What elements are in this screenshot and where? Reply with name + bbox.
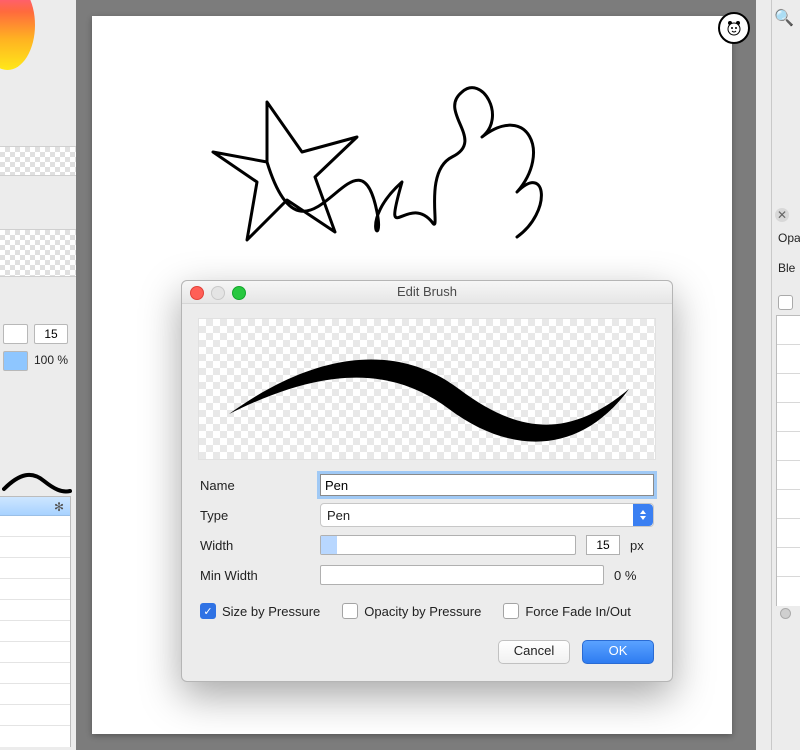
size-by-pressure-check[interactable]: ✓ Size by Pressure — [200, 603, 320, 619]
check-label: Force Fade In/Out — [525, 604, 631, 619]
cancel-button[interactable]: Cancel — [498, 640, 570, 664]
list-item[interactable] — [0, 684, 70, 705]
brush-size-input[interactable] — [34, 324, 68, 344]
opacity-label: 100 % — [34, 353, 68, 367]
checkbox-icon: ✓ — [200, 603, 216, 619]
list-item[interactable] — [0, 705, 70, 726]
list-item[interactable] — [777, 519, 800, 548]
window-minimize-button — [211, 286, 225, 300]
list-item[interactable] — [0, 579, 70, 600]
width-label: Width — [200, 538, 310, 553]
type-label: Type — [200, 508, 310, 523]
minwidth-value: 0 % — [614, 568, 654, 583]
name-label: Name — [200, 478, 310, 493]
ok-button[interactable]: OK — [582, 640, 654, 664]
brush-stroke-icon — [2, 467, 72, 497]
right-panel: 🔍 ✕ Opa Ble — [771, 0, 800, 750]
width-slider[interactable] — [320, 535, 576, 555]
list-item[interactable] — [777, 490, 800, 519]
list-item[interactable] — [0, 663, 70, 684]
list-item[interactable] — [0, 642, 70, 663]
list-item[interactable] — [777, 345, 800, 374]
list-item[interactable] — [0, 516, 70, 537]
checkbox-row: ✓ Size by Pressure Opacity by Pressure F… — [200, 594, 654, 628]
pattern-thumb-1[interactable] — [0, 146, 76, 176]
dialog-buttons: Cancel OK — [182, 640, 654, 664]
check-label: Size by Pressure — [222, 604, 320, 619]
panel-checkbox[interactable] — [778, 295, 793, 310]
brush-preview — [198, 318, 656, 460]
panel-dot-icon — [780, 608, 791, 619]
slider-fill — [321, 536, 337, 554]
row-width: Width px — [200, 530, 654, 560]
window-controls — [190, 286, 246, 300]
row-minwidth: Min Width 0 % — [200, 560, 654, 590]
brush-stroke-thumb[interactable] — [0, 229, 76, 277]
gear-icon[interactable]: ✻ — [54, 500, 64, 514]
list-item[interactable] — [777, 432, 800, 461]
list-item[interactable] — [777, 403, 800, 432]
minwidth-slider[interactable] — [320, 565, 604, 585]
list-item[interactable] — [0, 558, 70, 579]
dialog-form: Name Type Pen Width px Min Width — [200, 470, 654, 628]
layers-grid — [776, 315, 800, 606]
list-item[interactable] — [777, 374, 800, 403]
close-icon[interactable]: ✕ — [775, 208, 789, 222]
app-root: 100 % ✻ — [0, 0, 800, 750]
type-select[interactable]: Pen — [320, 503, 654, 527]
magnifier-icon[interactable]: 🔍 — [774, 8, 794, 28]
window-close-button[interactable] — [190, 286, 204, 300]
minwidth-label: Min Width — [200, 568, 310, 583]
width-input[interactable] — [586, 535, 620, 555]
brush-list: ✻ — [0, 496, 71, 747]
left-panel: 100 % ✻ — [0, 0, 76, 750]
list-item[interactable] — [777, 316, 800, 345]
window-zoom-button[interactable] — [232, 286, 246, 300]
edit-brush-dialog: Edit Brush Name Type Pen Width — [181, 280, 673, 682]
color-picker-swatch[interactable] — [0, 0, 35, 70]
user-avatar[interactable] — [718, 12, 750, 44]
list-item[interactable] — [777, 548, 800, 577]
row-type: Type Pen — [200, 500, 654, 530]
checkbox-icon — [503, 603, 519, 619]
blend-label-right: Ble — [778, 261, 795, 275]
foreground-color-box[interactable] — [3, 324, 28, 344]
list-item[interactable] — [0, 600, 70, 621]
canvas-scribble — [207, 62, 557, 282]
list-item[interactable] — [0, 621, 70, 642]
brush-list-header[interactable]: ✻ — [0, 497, 70, 516]
type-select-value: Pen — [327, 508, 350, 523]
mascot-icon — [725, 19, 743, 37]
check-label: Opacity by Pressure — [364, 604, 481, 619]
name-input[interactable] — [320, 474, 654, 496]
width-unit: px — [630, 538, 654, 553]
row-name: Name — [200, 470, 654, 500]
checkbox-icon — [342, 603, 358, 619]
opacity-color-box[interactable] — [3, 351, 28, 371]
opacity-by-pressure-check[interactable]: Opacity by Pressure — [342, 603, 481, 619]
dialog-title: Edit Brush — [397, 284, 457, 299]
force-fade-check[interactable]: Force Fade In/Out — [503, 603, 631, 619]
dialog-titlebar[interactable]: Edit Brush — [182, 281, 672, 304]
list-item[interactable] — [777, 461, 800, 490]
brush-preview-stroke — [199, 319, 655, 459]
list-item[interactable] — [0, 537, 70, 558]
chevron-updown-icon — [633, 504, 653, 526]
opacity-label-right: Opa — [778, 231, 800, 245]
